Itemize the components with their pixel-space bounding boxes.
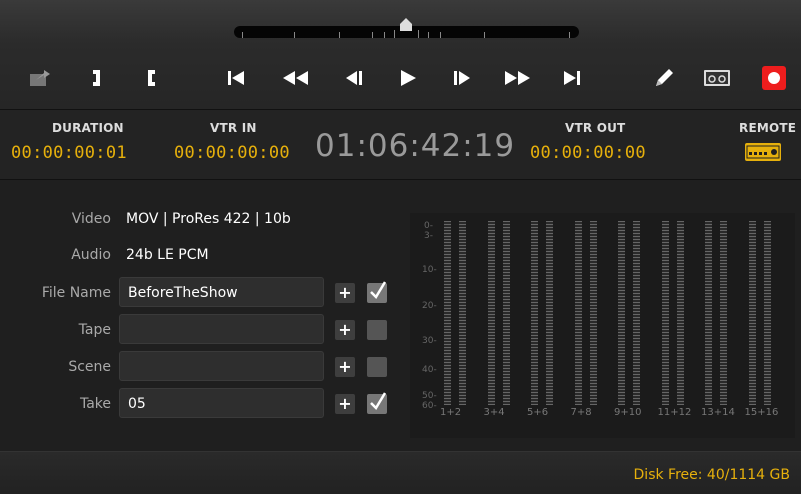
meter-bar	[444, 221, 451, 405]
take-input[interactable]: 05	[119, 388, 324, 418]
mark-out-icon	[93, 70, 100, 86]
meter-bar	[661, 221, 669, 405]
meter-scale-60: 60-	[422, 401, 437, 411]
meter-scale-20: 20-	[422, 301, 437, 311]
go-to-end-icon	[564, 71, 580, 85]
file-name-input[interactable]: BeforeTheShow	[119, 277, 324, 307]
transport-toolbar	[0, 0, 801, 110]
fast-forward-button[interactable]	[500, 64, 536, 92]
duration-value: 00:00:00:01	[11, 143, 127, 163]
meter-channel-label: 5+6	[527, 407, 549, 418]
checkmark-icon	[370, 392, 387, 411]
meter-scale-40: 40-	[422, 365, 437, 375]
scene-add-button[interactable]: +	[335, 357, 355, 377]
tape-icon	[704, 70, 730, 86]
remote-icon[interactable]	[745, 143, 781, 161]
clip-settings-panel: Video MOV | ProRes 422 | 10b Audio 24b L…	[0, 181, 801, 451]
meter-channel-label: 11+12	[657, 407, 692, 418]
meter-bar	[676, 221, 684, 405]
meter-scale-50: 50-	[422, 391, 437, 401]
step-forward-button[interactable]	[448, 64, 476, 92]
mark-in-icon	[148, 70, 155, 86]
video-label: Video	[71, 211, 111, 227]
tape-input[interactable]	[119, 314, 324, 344]
take-label: Take	[79, 396, 111, 412]
meter-channel-label: 13+14	[701, 407, 735, 418]
vtr-out-label: VTR OUT	[565, 121, 626, 135]
meter-scale-10: 10-	[422, 265, 437, 275]
meter-bar	[618, 221, 625, 405]
vtr-out-value: 00:00:00:00	[530, 143, 646, 163]
meter-channel-label: 3+4	[483, 407, 505, 418]
export-button[interactable]	[26, 64, 54, 92]
audio-value: 24b LE PCM	[126, 247, 209, 263]
meter-channel-label: 15+16	[744, 407, 779, 418]
current-timecode: 01:06:42:19	[315, 128, 516, 164]
video-value: MOV | ProRes 422 | 10b	[126, 211, 291, 227]
rewind-icon	[283, 71, 308, 85]
rewind-button[interactable]	[278, 64, 312, 92]
mark-in-button[interactable]	[140, 64, 162, 92]
mark-out-button[interactable]	[86, 64, 108, 92]
meter-bar	[763, 221, 771, 405]
tape-button[interactable]	[701, 64, 733, 92]
file-name-label: File Name	[41, 285, 111, 301]
remote-device-icon	[746, 145, 780, 159]
meter-bar	[531, 221, 538, 405]
take-add-button[interactable]: +	[335, 394, 355, 414]
meter-bar	[589, 221, 597, 405]
timecode-bar: DURATION 00:00:00:01 VTR IN 00:00:00:00 …	[0, 110, 801, 180]
status-bar: Disk Free: 40/1114 GB	[0, 451, 801, 494]
audio-label: Audio	[71, 247, 111, 263]
scene-input[interactable]	[119, 351, 324, 381]
meter-channel-label: 9+10	[614, 407, 642, 418]
fast-forward-icon	[505, 71, 530, 85]
meter-bar	[459, 221, 466, 405]
checkmark-icon	[370, 281, 387, 300]
meter-bar	[633, 221, 640, 405]
meter-bar	[502, 221, 510, 405]
edit-pencil-icon	[656, 69, 673, 86]
meter-bar	[720, 221, 727, 405]
jog-shuttle-bar[interactable]	[234, 18, 579, 38]
record-button[interactable]	[762, 66, 786, 90]
meter-channel-label: 7+8	[570, 407, 592, 418]
step-back-button[interactable]	[340, 64, 368, 92]
step-back-icon	[346, 71, 362, 85]
take-checkbox[interactable]	[367, 392, 387, 414]
meter-bar	[546, 221, 553, 405]
remote-label: REMOTE	[739, 121, 797, 135]
disk-free-status: Disk Free: 40/1114 GB	[633, 467, 790, 483]
audio-meters: 0- 3- 10- 20- 30- 40- 50- 60- 1+2 3+4 5+6 7…	[410, 213, 795, 438]
meter-bar	[574, 221, 582, 405]
meter-scale-3: 3-	[424, 231, 433, 241]
vtr-in-label: VTR IN	[210, 121, 257, 135]
vtr-in-value: 00:00:00:00	[174, 143, 290, 163]
meter-bar	[705, 221, 712, 405]
tape-add-button[interactable]: +	[335, 320, 355, 340]
step-forward-icon	[454, 71, 470, 85]
file-name-checkbox[interactable]	[367, 281, 387, 303]
duration-label: DURATION	[52, 121, 124, 135]
meter-scale-30: 30-	[422, 336, 437, 346]
go-to-start-icon	[228, 71, 244, 85]
edit-button[interactable]	[650, 64, 678, 92]
export-icon	[30, 70, 50, 86]
meter-bar	[748, 221, 756, 405]
play-icon	[401, 70, 416, 86]
scene-checkbox[interactable]	[367, 357, 387, 377]
play-button[interactable]	[394, 64, 422, 92]
scene-label: Scene	[68, 359, 111, 375]
go-to-end-button[interactable]	[558, 64, 586, 92]
record-icon	[768, 72, 780, 84]
go-to-start-button[interactable]	[222, 64, 250, 92]
jog-knob-icon[interactable]	[399, 18, 413, 32]
tape-checkbox[interactable]	[367, 320, 387, 340]
meter-channel-label: 1+2	[440, 407, 462, 418]
meter-scale-0: 0-	[424, 221, 433, 231]
meter-bar	[487, 221, 495, 405]
tape-label: Tape	[78, 322, 111, 338]
file-name-add-button[interactable]: +	[335, 283, 355, 303]
